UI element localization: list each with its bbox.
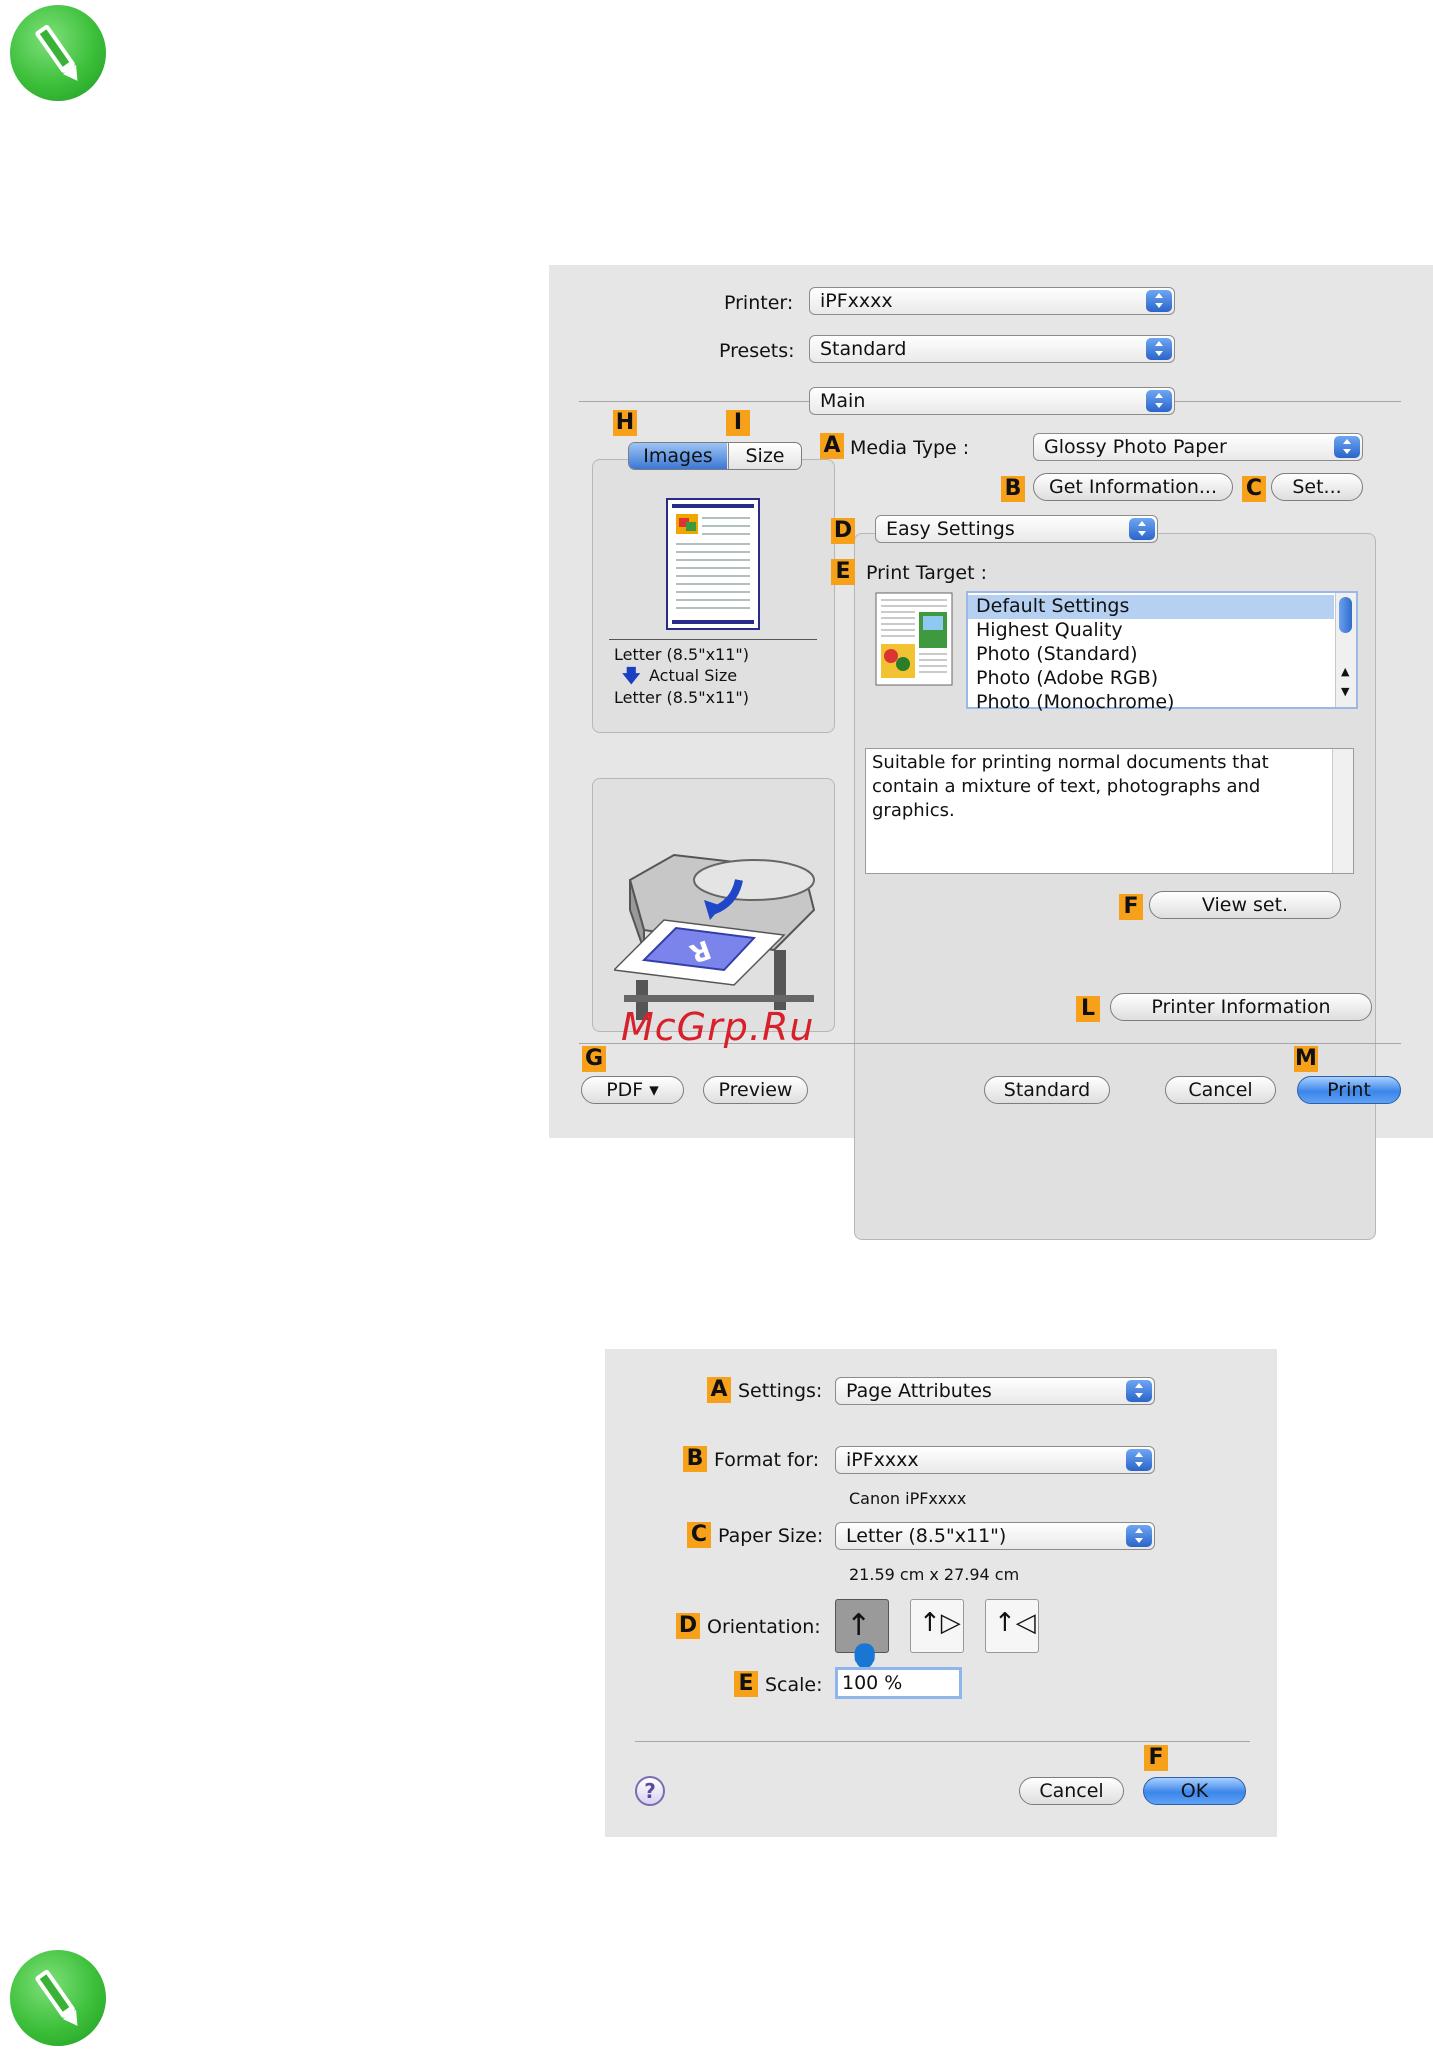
scroll-up-icon[interactable]: ▲ xyxy=(1341,665,1349,678)
orientation-label: Orientation: xyxy=(707,1616,821,1638)
tab-size[interactable]: Size xyxy=(728,443,801,469)
badge-b: B xyxy=(683,1446,707,1472)
badge-e: E xyxy=(734,1671,758,1697)
landscape-icon: ↑▷ xyxy=(919,1608,961,1638)
paper-size-popup[interactable]: Letter (8.5"x11") xyxy=(835,1522,1155,1550)
note-pencil-icon xyxy=(10,1950,106,2046)
print-target-label: Print Target : xyxy=(866,562,987,584)
list-item[interactable]: Default Settings xyxy=(968,595,1334,619)
format-for-description: Canon iPFxxxx xyxy=(849,1489,967,1508)
badge-d: D xyxy=(676,1613,700,1639)
paper-size-value: Letter (8.5"x11") xyxy=(846,1525,1007,1547)
print-target-thumbnail-icon xyxy=(875,592,953,686)
description-text: Suitable for printing normal documents t… xyxy=(872,752,1269,821)
badge-l: L xyxy=(1076,996,1100,1022)
page-thumbnail-icon xyxy=(666,498,760,630)
badge-g: G xyxy=(582,1046,606,1072)
format-for-label: Format for: xyxy=(714,1449,820,1471)
badge-c: C xyxy=(1242,476,1266,502)
tab-images[interactable]: Images xyxy=(629,443,727,469)
list-scrollbar[interactable]: ▲ ▼ xyxy=(1335,593,1356,707)
help-button[interactable]: ? xyxy=(635,1776,665,1806)
printer-popup[interactable]: iPFxxxx xyxy=(809,287,1175,315)
list-item[interactable]: Photo (Monochrome) xyxy=(968,691,1334,715)
popup-arrows-icon xyxy=(1146,290,1172,312)
popup-arrows-icon xyxy=(1126,1380,1152,1402)
badge-i: I xyxy=(726,410,750,436)
watermark: McGrp.Ru xyxy=(621,1005,815,1049)
popup-arrows-icon xyxy=(1126,1449,1152,1471)
scale-input[interactable]: 100 % xyxy=(835,1667,962,1699)
badge-d: D xyxy=(831,518,855,544)
description-box: Suitable for printing normal documents t… xyxy=(865,748,1354,874)
badge-f: F xyxy=(1119,894,1143,920)
badge-m: M xyxy=(1294,1046,1318,1072)
settings-value: Page Attributes xyxy=(846,1380,992,1402)
pdf-button[interactable]: PDF ▾ xyxy=(581,1076,684,1104)
badge-a: A xyxy=(820,433,844,459)
popup-arrows-icon xyxy=(1126,1525,1152,1547)
badge-e: E xyxy=(831,559,855,585)
print-target-list[interactable]: Default Settings Highest Quality Photo (… xyxy=(966,591,1358,713)
badge-c: C xyxy=(687,1522,711,1548)
badge-a: A xyxy=(707,1377,731,1403)
scale-label: Scale: xyxy=(765,1674,823,1696)
settings-popup[interactable]: Page Attributes xyxy=(835,1377,1155,1405)
badge-f: F xyxy=(1144,1745,1168,1771)
page-setup-dialog: A Settings: Page Attributes B Format for… xyxy=(605,1349,1277,1837)
divider xyxy=(635,1741,1250,1742)
printer-label: Printer: xyxy=(724,292,794,314)
paper-size-label: Paper Size: xyxy=(718,1525,824,1547)
popup-arrows-icon xyxy=(1334,436,1360,458)
popup-arrows-icon xyxy=(1146,338,1172,360)
pane-popup[interactable]: Main xyxy=(809,387,1175,415)
settings-label: Settings: xyxy=(738,1380,823,1402)
preview-paper-size: Letter (8.5"x11") xyxy=(614,645,750,664)
view-set-button[interactable]: View set. xyxy=(1149,891,1341,919)
printer-illustration: R xyxy=(614,853,816,1020)
presets-label: Presets: xyxy=(719,340,795,362)
media-type-popup[interactable]: Glossy Photo Paper xyxy=(1033,433,1363,461)
popup-arrows-icon xyxy=(1129,518,1155,540)
preview-tabs: Images Size xyxy=(628,442,802,470)
ok-button[interactable]: OK xyxy=(1143,1777,1246,1805)
standard-button[interactable]: Standard xyxy=(984,1076,1110,1104)
popup-arrows-icon xyxy=(1146,390,1172,412)
reverse-landscape-icon: ↑◁ xyxy=(994,1608,1036,1638)
note-pencil-icon xyxy=(10,5,106,101)
list-item[interactable]: Photo (Standard) xyxy=(968,643,1334,667)
preview-output-size: Letter (8.5"x11") xyxy=(614,688,750,707)
paper-size-dimensions: 21.59 cm x 27.94 cm xyxy=(849,1565,1020,1584)
badge-h: H xyxy=(613,410,637,436)
format-for-value: iPFxxxx xyxy=(846,1449,919,1471)
mode-popup[interactable]: Easy Settings xyxy=(875,515,1158,543)
orientation-landscape-button[interactable]: ↑▷ xyxy=(910,1599,964,1653)
preview-scale: Actual Size xyxy=(649,666,738,685)
printer-information-button[interactable]: Printer Information xyxy=(1110,993,1372,1021)
scroll-down-icon[interactable]: ▼ xyxy=(1341,685,1349,698)
preview-button[interactable]: Preview xyxy=(703,1076,808,1104)
set-button[interactable]: Set... xyxy=(1271,473,1363,501)
orientation-reverse-landscape-button[interactable]: ↑◁ xyxy=(985,1599,1039,1653)
get-information-button[interactable]: Get Information... xyxy=(1033,473,1233,501)
list-item[interactable]: Photo (Adobe RGB) xyxy=(968,667,1334,691)
presets-value: Standard xyxy=(820,338,907,360)
media-type-label: Media Type : xyxy=(850,437,970,459)
orientation-portrait-button[interactable]: ↑👤 xyxy=(835,1599,889,1678)
printer-value: iPFxxxx xyxy=(820,290,893,312)
scroll-thumb[interactable] xyxy=(1339,597,1352,633)
print-button[interactable]: Print xyxy=(1297,1076,1401,1104)
divider xyxy=(609,639,817,640)
list-item[interactable]: Highest Quality xyxy=(968,619,1334,643)
cancel-button[interactable]: Cancel xyxy=(1019,1777,1124,1805)
presets-popup[interactable]: Standard xyxy=(809,335,1175,363)
badge-b: B xyxy=(1001,476,1025,502)
mode-value: Easy Settings xyxy=(886,518,1015,540)
cancel-button[interactable]: Cancel xyxy=(1165,1076,1276,1104)
media-type-value: Glossy Photo Paper xyxy=(1044,436,1227,458)
pane-value: Main xyxy=(820,390,866,412)
format-for-popup[interactable]: iPFxxxx xyxy=(835,1446,1155,1474)
description-scrollbar[interactable] xyxy=(1332,749,1353,873)
